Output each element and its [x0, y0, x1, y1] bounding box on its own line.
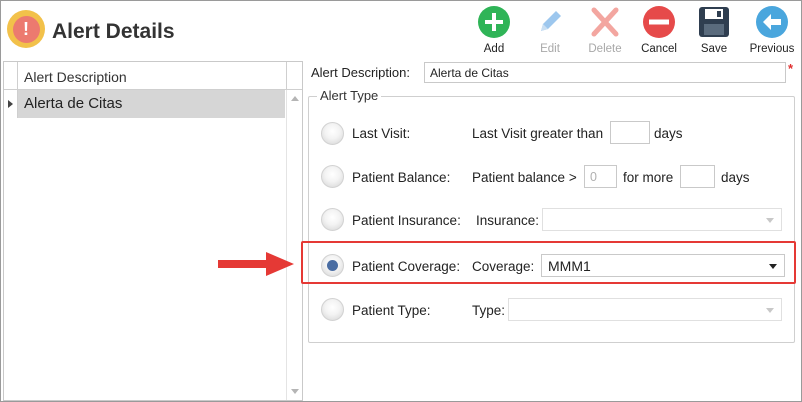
annotation-arrow-icon — [218, 252, 294, 276]
previous-button-label: Previous — [749, 43, 795, 55]
column-header-alert-description[interactable]: Alert Description — [24, 69, 127, 85]
last-visit-days-text: days — [654, 126, 683, 141]
column-divider — [286, 62, 287, 90]
save-button-label: Save — [700, 43, 728, 55]
scroll-up-icon[interactable] — [291, 96, 299, 101]
delete-button-label: Delete — [588, 43, 622, 55]
insurance-field-label: Insurance: — [476, 213, 540, 228]
row-header-gutter — [4, 62, 18, 90]
annotation-highlight-box — [301, 241, 796, 284]
add-button[interactable]: Add — [469, 5, 519, 61]
patient-balance-for-more-text: for more — [623, 170, 674, 185]
chevron-down-icon — [766, 308, 774, 313]
type-field-label: Type: — [472, 303, 506, 318]
chevron-down-icon — [766, 218, 774, 223]
list-header: Alert Description — [4, 62, 302, 90]
patient-insurance-label[interactable]: Patient Insurance: — [352, 213, 461, 228]
patient-balance-text: Patient balance > — [472, 170, 577, 185]
patient-balance-days-input[interactable] — [680, 165, 715, 188]
header: ! Alert Details Add Edit Delete Cancel S… — [1, 1, 801, 61]
previous-button[interactable]: Previous — [747, 5, 797, 61]
patient-balance-amount-input[interactable] — [584, 165, 617, 188]
delete-button[interactable]: Delete — [580, 5, 630, 61]
edit-pencil-icon — [541, 11, 561, 31]
radio-patient-type[interactable] — [321, 298, 344, 321]
delete-x-icon — [591, 7, 619, 37]
edit-button[interactable]: Edit — [525, 5, 575, 61]
insurance-select[interactable] — [542, 208, 782, 231]
add-button-label: Add — [483, 43, 505, 55]
alert-exclamation-icon: ! — [7, 10, 45, 48]
save-floppy-icon — [699, 7, 729, 37]
last-visit-text: Last Visit greater than — [472, 126, 604, 141]
description-label: Alert Description: — [311, 65, 410, 80]
radio-patient-insurance[interactable] — [321, 208, 344, 231]
radio-patient-balance[interactable] — [321, 165, 344, 188]
type-select[interactable] — [508, 298, 782, 321]
page-title: Alert Details — [52, 20, 175, 43]
required-marker: * — [788, 61, 794, 76]
row-indicator-icon — [8, 100, 13, 108]
edit-button-label: Edit — [540, 43, 560, 55]
cancel-button-label: Cancel — [641, 43, 677, 55]
previous-arrow-icon — [756, 6, 788, 38]
patient-type-label[interactable]: Patient Type: — [352, 303, 431, 318]
patient-balance-days-text: days — [721, 170, 750, 185]
list-item[interactable]: Alerta de Citas — [4, 90, 285, 118]
radio-last-visit[interactable] — [321, 122, 344, 145]
patient-balance-label[interactable]: Patient Balance: — [352, 170, 450, 185]
scroll-down-icon[interactable] — [291, 389, 299, 394]
description-input[interactable] — [424, 62, 786, 83]
save-button[interactable]: Save — [689, 5, 739, 61]
last-visit-days-input[interactable] — [610, 121, 650, 144]
cancel-button[interactable]: Cancel — [634, 5, 684, 61]
window-frame: ! Alert Details Add Edit Delete Cancel S… — [0, 0, 802, 402]
add-plus-icon — [478, 6, 510, 38]
list-scrollbar[interactable] — [286, 90, 302, 400]
alert-list: Alert Description Alerta de Citas — [3, 61, 303, 401]
alert-type-legend: Alert Type — [317, 88, 382, 103]
list-item-description[interactable]: Alerta de Citas — [18, 90, 285, 118]
cancel-minus-icon — [643, 6, 675, 38]
last-visit-label[interactable]: Last Visit: — [352, 126, 410, 141]
row-gutter — [4, 90, 18, 118]
